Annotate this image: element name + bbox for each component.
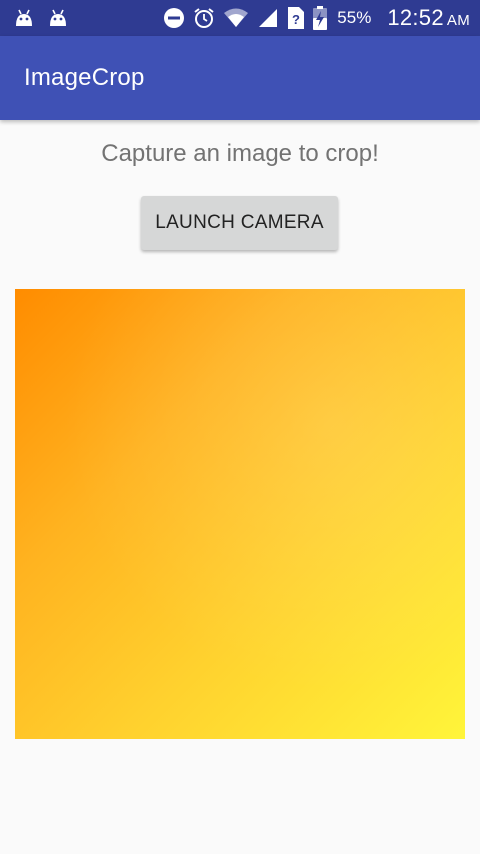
launch-camera-button[interactable]: LAUNCH CAMERA bbox=[141, 196, 338, 250]
app-bar: ImageCrop bbox=[0, 36, 480, 120]
cropped-image-preview bbox=[15, 289, 465, 739]
android-debug-icon bbox=[48, 9, 68, 27]
wifi-icon bbox=[223, 8, 249, 28]
battery-percent: 55% bbox=[337, 8, 372, 27]
svg-text:?: ? bbox=[292, 12, 300, 27]
status-time: 12:52 AM bbox=[387, 5, 470, 31]
status-bar-left bbox=[14, 0, 68, 36]
do-not-disturb-icon bbox=[163, 7, 185, 29]
android-debug-icon bbox=[14, 9, 34, 27]
status-bar-right: ? 55% 12:52 AM bbox=[163, 0, 470, 36]
cell-signal-icon bbox=[257, 7, 279, 29]
status-bar: ? 55% 12:52 AM bbox=[0, 0, 480, 36]
battery-charging-icon bbox=[313, 6, 328, 30]
screen: ? 55% 12:52 AM ImageCrop Capture an image… bbox=[0, 0, 480, 854]
capture-prompt: Capture an image to crop! bbox=[101, 140, 379, 167]
no-sim-icon: ? bbox=[287, 6, 305, 30]
alarm-clock-icon bbox=[193, 7, 215, 29]
status-time-value: 12:52 bbox=[387, 5, 444, 30]
status-time-ampm: AM bbox=[446, 12, 470, 29]
image-preview-sheen bbox=[15, 289, 465, 739]
app-title: ImageCrop bbox=[24, 64, 145, 91]
